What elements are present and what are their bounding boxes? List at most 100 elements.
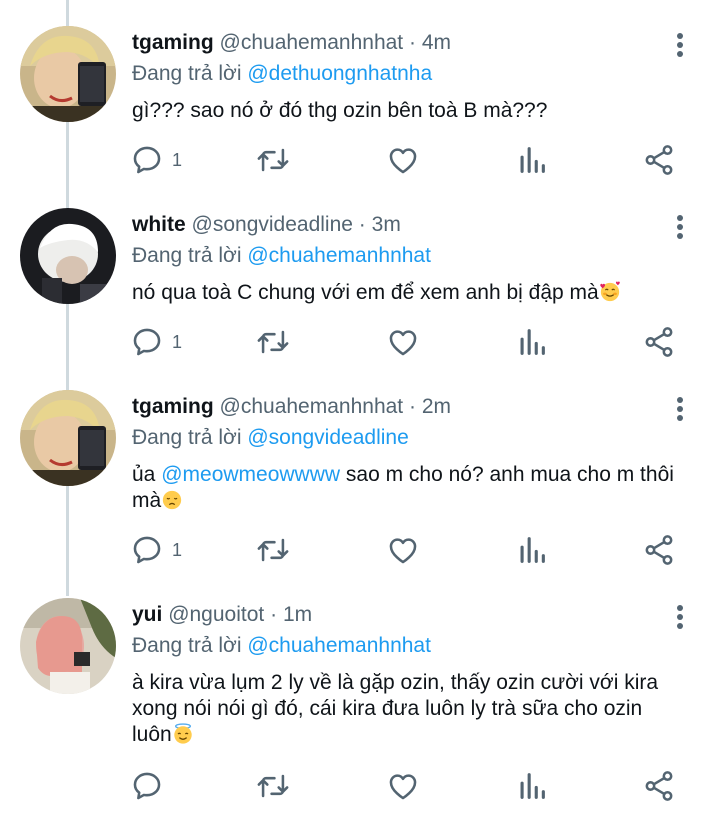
avatar-yui-icon <box>20 598 116 694</box>
replying-to-mention[interactable]: @chuahemanhnhat <box>247 634 431 657</box>
user-handle[interactable]: @chuahemanhnhat <box>220 395 404 418</box>
retweet-icon <box>256 769 290 803</box>
display-name[interactable]: yui <box>132 603 162 626</box>
display-name[interactable]: tgaming <box>132 395 214 418</box>
user-handle[interactable]: @nguoitot <box>168 603 264 626</box>
reply-button[interactable]: 1 <box>130 143 182 177</box>
replying-to-mention[interactable]: @songvideadline <box>247 426 408 449</box>
replying-to: Đang trả lời @songvideadline <box>132 425 409 451</box>
share-icon <box>642 143 676 177</box>
like-icon <box>386 533 420 567</box>
replying-to-label: Đang trả lời <box>132 244 242 267</box>
retweet-icon <box>256 143 290 177</box>
tweet-actions <box>130 769 690 803</box>
tweet[interactable]: yui @nguoitot · 1m Đang trả lời @chuahem… <box>0 572 720 816</box>
timestamp[interactable]: 3m <box>372 213 401 236</box>
like-icon <box>386 143 420 177</box>
separator-dot: · <box>408 31 416 54</box>
tweet-mention[interactable]: @meowmeowwww <box>161 463 340 486</box>
share-button[interactable] <box>642 533 676 567</box>
tweet-text: nó qua toà C chung với em để xem anh bị … <box>132 280 702 306</box>
reply-count: 1 <box>172 331 183 352</box>
tweet-actions: 1 <box>130 533 690 567</box>
user-handle[interactable]: @chuahemanhnhat <box>220 31 404 54</box>
analytics-button[interactable] <box>515 325 549 359</box>
replying-to: Đang trả lời @chuahemanhnhat <box>132 243 431 269</box>
reply-icon <box>130 533 164 567</box>
retweet-button[interactable] <box>256 533 290 567</box>
display-name[interactable]: white <box>132 213 186 236</box>
replying-to-mention[interactable]: @dethuongnhatnha <box>247 62 432 85</box>
analytics-icon <box>515 325 549 359</box>
analytics-icon <box>515 143 549 177</box>
avatar-tgaming-icon <box>20 26 116 122</box>
reply-count: 1 <box>172 149 183 170</box>
tweet-text-content: à kira vừa lụm 2 ly về là gặp ozin, thấy… <box>132 671 659 746</box>
like-button[interactable] <box>386 533 420 567</box>
display-name[interactable]: tgaming <box>132 31 214 54</box>
reply-icon <box>130 143 164 177</box>
tweet[interactable]: tgaming @chuahemanhnhat · 2m Đang trả lờ… <box>0 364 720 572</box>
tweet[interactable]: white @songvideadline · 3m Đang trả lời … <box>0 182 720 364</box>
share-icon <box>642 533 676 567</box>
tweet-actions: 1 <box>130 143 690 177</box>
tweet-header: tgaming @chuahemanhnhat · 4m <box>132 30 451 56</box>
timestamp[interactable]: 2m <box>422 395 451 418</box>
avatar[interactable] <box>20 208 116 304</box>
tweet-text-content: gì??? sao nó ở đó thg ozin bên toà B mà?… <box>132 99 548 122</box>
tweet-text-content: nó qua toà C chung với em để xem anh bị … <box>132 281 599 304</box>
replying-to-label: Đang trả lời <box>132 426 242 449</box>
analytics-button[interactable] <box>515 533 549 567</box>
replying-to: Đang trả lời @chuahemanhnhat <box>132 633 431 659</box>
more-options-icon[interactable] <box>670 394 690 424</box>
smiling-face-with-hearts-icon <box>599 281 621 303</box>
user-handle[interactable]: @songvideadline <box>192 213 353 236</box>
reply-icon <box>130 769 164 803</box>
reply-button[interactable]: 1 <box>130 325 182 359</box>
share-icon <box>642 769 676 803</box>
reply-button[interactable]: 1 <box>130 533 182 567</box>
tweet-text-prefix: ủa <box>132 463 162 486</box>
share-button[interactable] <box>642 769 676 803</box>
tweet[interactable]: tgaming @chuahemanhnhat · 4m Đang trả lờ… <box>0 0 720 182</box>
separator-dot: · <box>358 213 366 236</box>
replying-to-label: Đang trả lời <box>132 634 242 657</box>
like-icon <box>386 769 420 803</box>
retweet-button[interactable] <box>256 769 290 803</box>
retweet-button[interactable] <box>256 143 290 177</box>
separator-dot: · <box>270 603 278 626</box>
more-options-icon[interactable] <box>670 30 690 60</box>
tweet-header: white @songvideadline · 3m <box>132 212 401 238</box>
replying-to-label: Đang trả lời <box>132 62 242 85</box>
avatar[interactable] <box>20 598 116 694</box>
reply-count: 1 <box>172 539 183 560</box>
like-button[interactable] <box>386 769 420 803</box>
timestamp[interactable]: 1m <box>283 603 312 626</box>
like-button[interactable] <box>386 325 420 359</box>
avatar[interactable] <box>20 26 116 122</box>
share-button[interactable] <box>642 325 676 359</box>
tweet-actions: 1 <box>130 325 690 359</box>
tweet-header: tgaming @chuahemanhnhat · 2m <box>132 394 451 420</box>
retweet-button[interactable] <box>256 325 290 359</box>
like-icon <box>386 325 420 359</box>
more-options-icon[interactable] <box>670 602 690 632</box>
replying-to: Đang trả lời @dethuongnhatnha <box>132 61 432 87</box>
tweet-text: ủa @meowmeowwww sao m cho nó? anh mua ch… <box>132 462 692 514</box>
analytics-button[interactable] <box>515 143 549 177</box>
share-icon <box>642 325 676 359</box>
replying-to-mention[interactable]: @chuahemanhnhat <box>247 244 431 267</box>
avatar-white-icon <box>20 208 116 304</box>
avatar[interactable] <box>20 390 116 486</box>
tweet-text: à kira vừa lụm 2 ly về là gặp ozin, thấy… <box>132 670 687 748</box>
retweet-icon <box>256 325 290 359</box>
like-button[interactable] <box>386 143 420 177</box>
analytics-button[interactable] <box>515 769 549 803</box>
timestamp[interactable]: 4m <box>422 31 451 54</box>
retweet-icon <box>256 533 290 567</box>
share-button[interactable] <box>642 143 676 177</box>
more-options-icon[interactable] <box>670 212 690 242</box>
separator-dot: · <box>408 395 416 418</box>
tweet-text: gì??? sao nó ở đó thg ozin bên toà B mà?… <box>132 98 702 124</box>
reply-button[interactable] <box>130 769 172 803</box>
